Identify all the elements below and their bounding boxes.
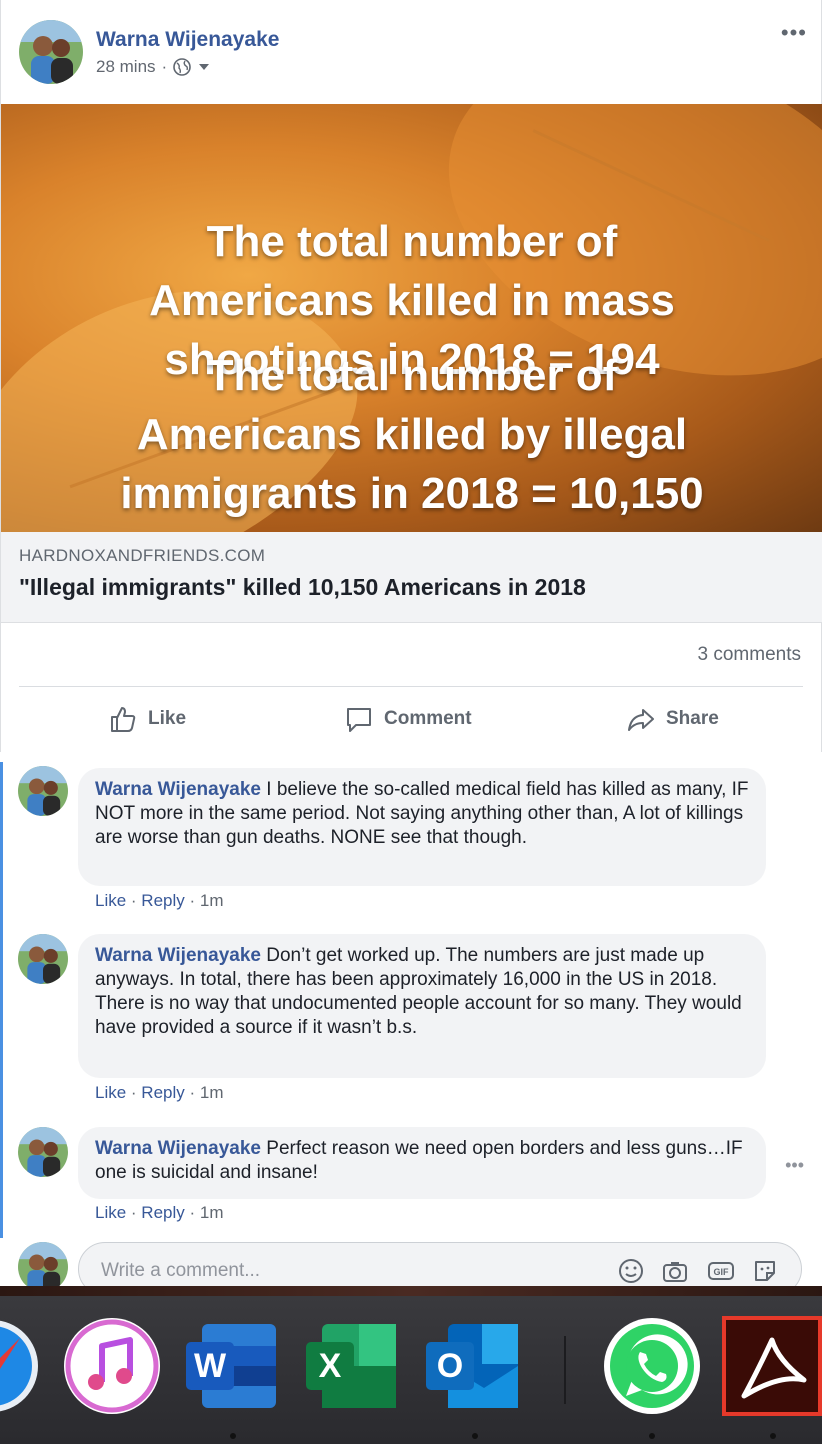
- comment-bubble: Warna Wijenayake I believe the so-called…: [78, 768, 766, 886]
- comment-input[interactable]: [99, 1253, 583, 1289]
- comment-author[interactable]: Warna Wijenayake: [95, 1138, 261, 1159]
- like-label: Like: [148, 708, 187, 729]
- link-preview[interactable]: HARDNOXANDFRIENDS.COM "Illegal immigrant…: [1, 532, 822, 623]
- gif-label: GIF: [714, 1267, 730, 1277]
- post-more-icon[interactable]: •••: [781, 20, 807, 46]
- whatsapp-icon[interactable]: [602, 1316, 702, 1416]
- comment-reply-link[interactable]: Reply: [141, 1083, 184, 1102]
- current-user-avatar[interactable]: [18, 1242, 68, 1292]
- share-arrow-icon: [628, 709, 654, 731]
- sticker-icon[interactable]: [751, 1257, 779, 1285]
- post-meta: 28 mins ·: [96, 57, 211, 77]
- camera-icon[interactable]: [661, 1257, 689, 1285]
- running-indicator: [472, 1433, 478, 1439]
- commenter-avatar[interactable]: [18, 766, 68, 816]
- globe-icon[interactable]: [173, 58, 192, 76]
- comment-bubble: Warna Wijenayake Don’t get worked up. Th…: [78, 934, 766, 1078]
- author-name[interactable]: Warna Wijenayake: [96, 28, 279, 52]
- comments-rail: [0, 762, 3, 1238]
- comment-like-link[interactable]: Like: [95, 1083, 126, 1102]
- image-line: Americans killed in mass: [149, 276, 675, 325]
- word-icon[interactable]: W: [182, 1316, 282, 1416]
- comment-actions: Like · Reply · 1m: [95, 1203, 224, 1222]
- comment-label: Comment: [384, 708, 472, 729]
- like-button[interactable]: Like: [108, 700, 186, 738]
- comment-time[interactable]: 1m: [200, 891, 224, 910]
- meta-separator: ·: [161, 57, 168, 76]
- comment-like-link[interactable]: Like: [95, 891, 126, 910]
- comment-count[interactable]: 3 comments: [698, 644, 801, 666]
- thumbs-up-icon: [111, 707, 136, 732]
- share-label: Share: [666, 708, 719, 729]
- comment-author[interactable]: Warna Wijenayake: [95, 945, 261, 966]
- comment-reply-link[interactable]: Reply: [141, 1203, 184, 1222]
- safari-icon[interactable]: [0, 1316, 42, 1416]
- comment-reply-link[interactable]: Reply: [141, 891, 184, 910]
- commenter-avatar[interactable]: [18, 1127, 68, 1177]
- acrobat-icon[interactable]: [722, 1316, 822, 1416]
- macos-dock: W X O: [0, 1286, 822, 1444]
- comment-options-icon[interactable]: •••: [785, 1155, 804, 1176]
- excel-icon[interactable]: X: [302, 1316, 402, 1416]
- speech-bubble-icon: [347, 708, 371, 732]
- outlook-icon[interactable]: O: [424, 1316, 524, 1416]
- comment-time[interactable]: 1m: [200, 1083, 224, 1102]
- outlook-letter: O: [437, 1347, 463, 1385]
- running-indicator: [649, 1433, 655, 1439]
- emoji-icon[interactable]: [617, 1257, 645, 1285]
- comment-bubble: Warna Wijenayake Perfect reason we need …: [78, 1127, 766, 1199]
- share-button[interactable]: Share: [626, 700, 719, 738]
- post-image[interactable]: The total number of Americans killed in …: [1, 104, 822, 532]
- comment-actions: Like · Reply · 1m: [95, 891, 224, 910]
- author-avatar[interactable]: [19, 20, 83, 84]
- image-line: The total number of: [206, 351, 618, 400]
- comment-time[interactable]: 1m: [200, 1203, 224, 1222]
- divider: [19, 686, 803, 687]
- image-line: immigrants in 2018 = 10,150: [120, 469, 704, 518]
- commenter-avatar[interactable]: [18, 934, 68, 984]
- comment-author[interactable]: Warna Wijenayake: [95, 779, 261, 800]
- running-indicator: [770, 1433, 776, 1439]
- image-line: Americans killed by illegal: [136, 410, 688, 459]
- image-line: The total number of: [206, 217, 618, 266]
- comment-button[interactable]: Comment: [344, 700, 472, 738]
- comment-actions: Like · Reply · 1m: [95, 1083, 224, 1102]
- image-text-block-2: The total number of Americans killed by …: [1, 346, 822, 523]
- desktop-strip: [0, 1286, 822, 1296]
- chevron-down-icon[interactable]: [197, 60, 211, 74]
- comment-like-link[interactable]: Like: [95, 1203, 126, 1222]
- post-time[interactable]: 28 mins: [96, 57, 156, 77]
- itunes-icon[interactable]: [62, 1316, 162, 1416]
- running-indicator: [230, 1433, 236, 1439]
- dock-separator: [564, 1336, 566, 1404]
- word-letter: W: [194, 1347, 227, 1385]
- post-card: Warna Wijenayake 28 mins · ••• The total…: [0, 0, 822, 753]
- gif-icon[interactable]: GIF: [707, 1257, 735, 1285]
- link-title[interactable]: "Illegal immigrants" killed 10,150 Ameri…: [19, 574, 586, 601]
- excel-letter: X: [319, 1347, 342, 1385]
- link-domain: HARDNOXANDFRIENDS.COM: [19, 546, 266, 565]
